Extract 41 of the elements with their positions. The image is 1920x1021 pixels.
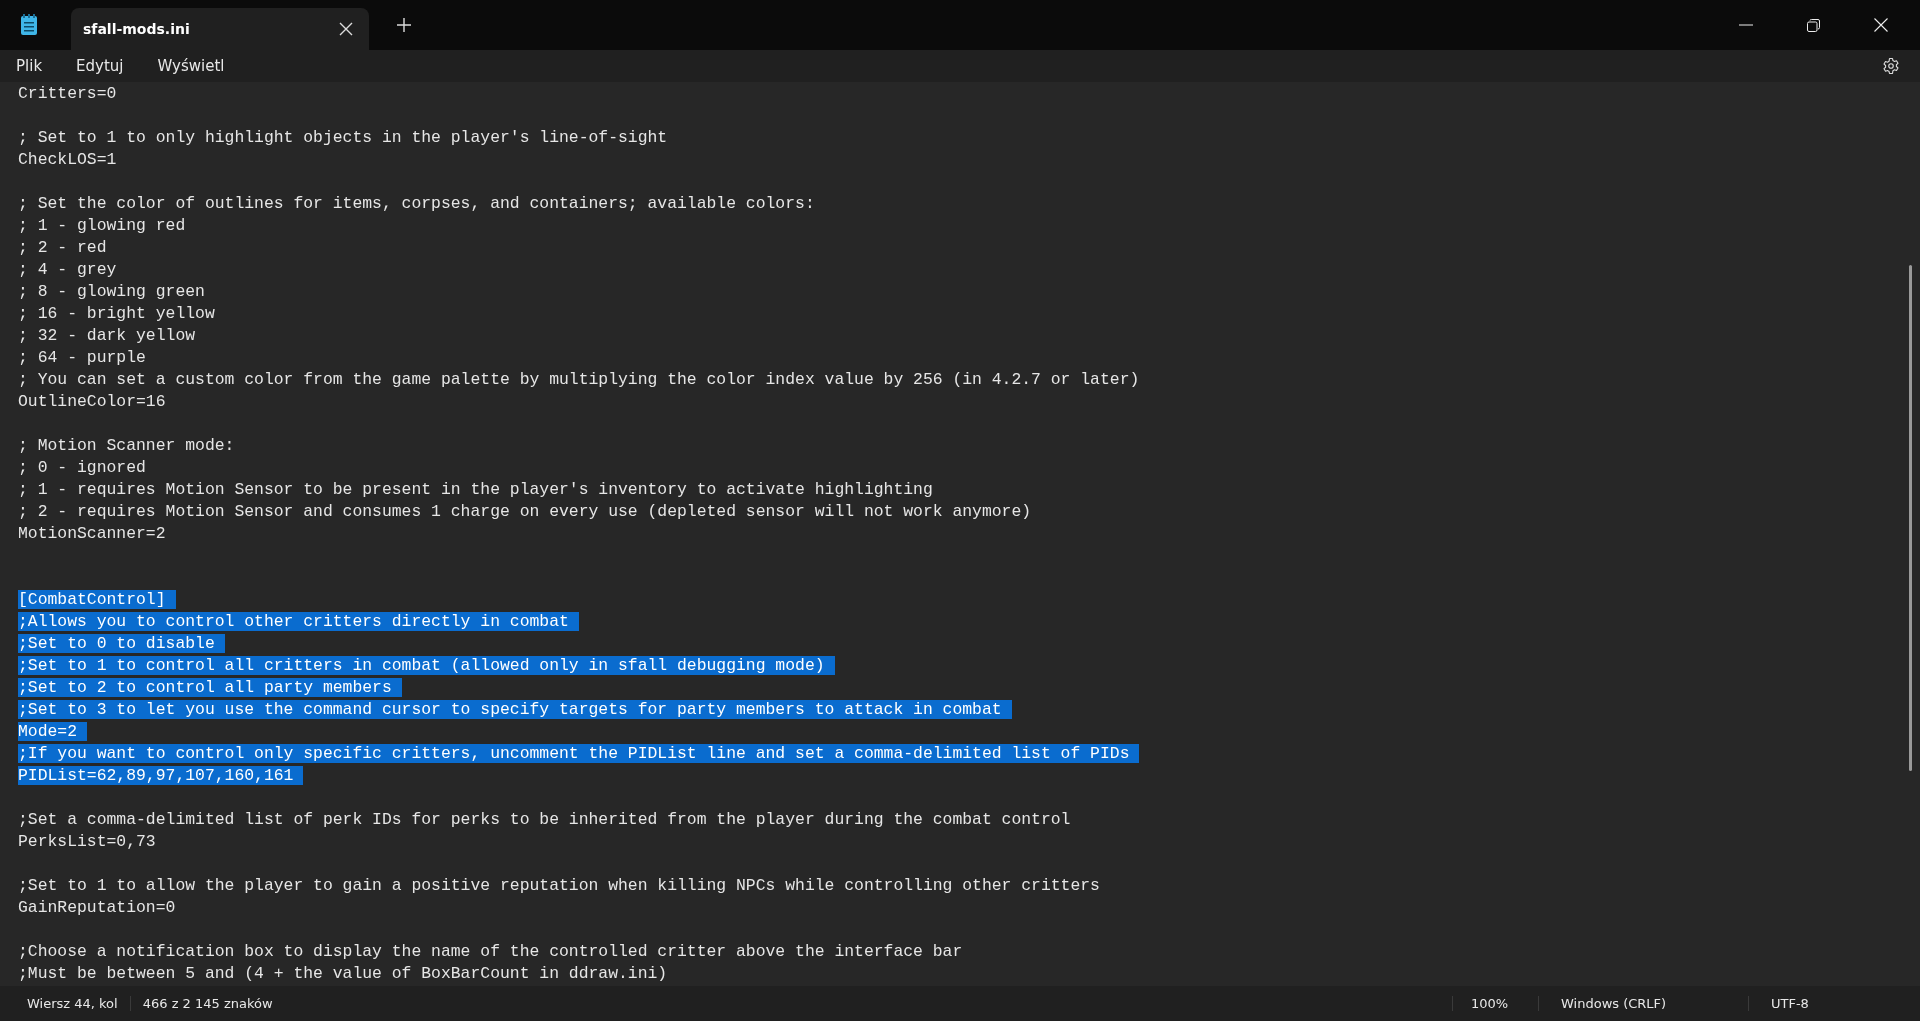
tab-title: sfall-mods.ini: [83, 21, 191, 37]
code-line: CheckLOS=1: [18, 150, 118, 169]
code-line: ; 16 - bright yellow: [18, 304, 216, 323]
code-line: ; Motion Scanner mode:: [18, 436, 236, 455]
zoom-level: 100%: [1452, 996, 1538, 1011]
code-line: ;Must be between 5 and (4 + the value of BoxBarCount in ddraw.ini): [18, 964, 669, 983]
code-line: ; Set the color of outlines for items, corpses, and containers; available colors:: [18, 194, 816, 213]
code-line: GainReputation=0: [18, 898, 177, 917]
code-line: ;Set to 1 to allow the player to gain a positive reputation when killing NPCs while controlling other critters: [18, 876, 1101, 895]
code-line: ; 8 - glowing green: [18, 282, 206, 301]
file-tab[interactable]: sfall-mods.ini: [71, 8, 369, 50]
close-icon[interactable]: [1874, 18, 1888, 32]
notepad-icon: [20, 14, 38, 36]
menu-item[interactable]: Edytuj: [76, 53, 124, 79]
code-line: ;Set a comma-delimited list of perk IDs for perks to be inherited from the player during the combat control: [18, 810, 1072, 829]
character-count: 466 z 2 145 znaków: [129, 996, 285, 1011]
add-tab-icon[interactable]: [397, 18, 411, 32]
code-line: ; 2 - red: [18, 238, 108, 257]
line-ending: Windows (CRLF): [1538, 996, 1748, 1011]
menu-item[interactable]: Plik: [16, 53, 43, 79]
code-line: ;Choose a notification box to display the name of the controlled critter above the interface bar: [18, 942, 964, 961]
restore-icon[interactable]: [1807, 18, 1820, 32]
code-line: ; You can set a custom color from the game palette by multiplying the color index value by 256 (in 4.2.7 or later): [18, 370, 1141, 389]
code-line: MotionScanner=2: [18, 524, 167, 543]
code-line: Critters=0: [18, 84, 118, 103]
cursor-position: Wiersz 44, kol: [26, 996, 119, 1011]
code-line: ; 1 - requires Motion Sensor to be present in the player's inventory to activate highlighting: [18, 480, 934, 499]
settings-icon[interactable]: [1882, 57, 1900, 75]
code-line: ; 1 - glowing red: [18, 216, 187, 235]
code-line: ; 4 - grey: [18, 260, 118, 279]
code-line: ; 32 - dark yellow: [18, 326, 197, 345]
menu-item[interactable]: Wyświetl: [157, 53, 225, 79]
scrollbar-thumb[interactable]: [1909, 265, 1912, 771]
code-line: ; 64 - purple: [18, 348, 147, 367]
code-line: ; 2 - requires Motion Sensor and consumes 1 charge on every use (depleted sensor will not work anymore): [18, 502, 1033, 521]
code-line: OutlineColor=16: [18, 392, 167, 411]
encoding: UTF-8: [1748, 996, 1920, 1011]
code-line: ; 0 - ignored: [18, 458, 147, 477]
code-line: ; Set to 1 to only highlight objects in the player's line-of-sight: [18, 128, 669, 147]
code-line: PerksList=0,73: [18, 832, 157, 851]
close-icon[interactable]: [339, 22, 353, 36]
